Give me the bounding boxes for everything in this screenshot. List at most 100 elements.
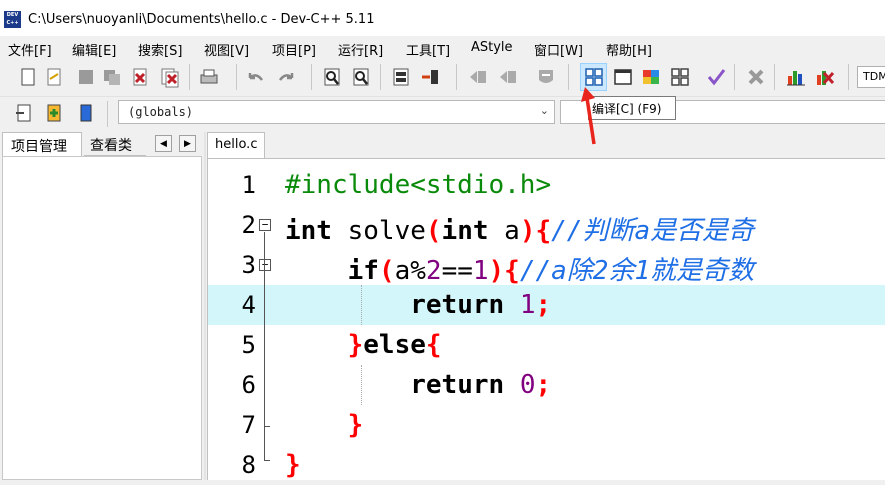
semicolon-token: ;	[535, 290, 552, 320]
find-icon[interactable]	[322, 66, 342, 88]
toolbar-separator	[456, 64, 457, 90]
goto-line-icon[interactable]	[391, 66, 411, 88]
save-icon[interactable]	[76, 66, 96, 88]
fold-end-marker	[264, 426, 270, 427]
bracket-token: }	[347, 410, 364, 440]
menu-run[interactable]: 运行[R]	[338, 40, 383, 59]
bracket-token: ){	[519, 216, 552, 246]
menu-search[interactable]: 搜索[S]	[138, 40, 182, 59]
number-token: 0	[519, 370, 536, 400]
toolbar-separator	[380, 64, 381, 90]
comment-token: //a除2余1就是奇数	[519, 256, 755, 286]
fold-toggle-icon[interactable]: −	[259, 219, 271, 231]
undo-icon[interactable]	[246, 66, 266, 88]
number-token: 2	[425, 256, 442, 286]
insert-icon[interactable]	[14, 102, 34, 124]
bracket-token: ){	[488, 256, 520, 286]
devcpp-app-icon: DEV C++	[4, 11, 21, 28]
globals-combo[interactable]: (globals) ⌄	[118, 100, 555, 124]
open-file-icon[interactable]	[44, 66, 64, 88]
main-toolbar: TDM	[0, 60, 885, 97]
save-all-icon[interactable]	[102, 66, 122, 88]
code-line-8[interactable]: 8 }	[208, 445, 885, 485]
compile-run-icon[interactable]	[641, 66, 661, 88]
code-line-3[interactable]: 3 − if(a%2==1){//a除2余1就是奇数	[208, 245, 885, 286]
code-line-2[interactable]: 2 − int solve(int a){//判断a是否是奇	[208, 205, 885, 246]
bracket-token: (	[425, 216, 442, 246]
code-line-4-highlighted[interactable]: 4 return 1;	[208, 285, 885, 325]
tab-scroll-left-button[interactable]: ◀	[155, 135, 172, 152]
editor-tab-hello-c[interactable]: hello.c	[207, 132, 265, 158]
line-number: 6	[241, 371, 256, 399]
menu-help[interactable]: 帮助[H]	[606, 40, 652, 59]
keyword-token: if	[347, 256, 379, 286]
menu-view[interactable]: 视图[V]	[204, 40, 249, 59]
goto-bookmark-icon[interactable]	[76, 102, 96, 124]
menu-edit[interactable]: 编辑[E]	[72, 40, 116, 59]
menu-window[interactable]: 窗口[W]	[534, 40, 583, 59]
code-text: }	[285, 450, 301, 480]
semicolon-token: ;	[535, 370, 552, 400]
profile-chart-icon[interactable]	[786, 66, 806, 88]
run-icon[interactable]	[613, 66, 633, 88]
menu-file[interactable]: 文件[F]	[8, 40, 52, 59]
close-file-icon[interactable]	[130, 66, 150, 88]
code-line-6[interactable]: 6 return 0;	[208, 365, 885, 405]
chevron-down-icon[interactable]: ⌄	[540, 104, 549, 117]
tab-class-browser[interactable]: 查看类	[84, 132, 146, 156]
panel-splitter[interactable]	[204, 132, 206, 480]
bracket-token: (	[378, 256, 395, 286]
number-token: 1	[472, 256, 489, 286]
bracket-token: {	[425, 330, 442, 360]
preprocessor-directive: #include<stdio.h>	[285, 170, 552, 200]
line-number: 7	[241, 411, 256, 439]
tab-project-manager[interactable]: 项目管理	[2, 132, 82, 156]
code-text: }	[285, 410, 364, 440]
delete-profile-icon[interactable]	[815, 66, 835, 88]
keyword-token: int	[441, 216, 489, 246]
fold-toggle-icon[interactable]: −	[259, 259, 271, 271]
indent-guide	[361, 285, 362, 325]
keyword-token: return	[410, 290, 505, 320]
toggle-comment-icon[interactable]	[536, 66, 556, 88]
print-icon[interactable]	[199, 66, 219, 88]
new-file-icon[interactable]	[18, 66, 38, 88]
redo-icon[interactable]	[276, 66, 296, 88]
menu-project[interactable]: 项目[P]	[272, 40, 316, 59]
replace-icon[interactable]	[351, 66, 371, 88]
toolbar-separator	[568, 64, 569, 90]
rebuild-all-icon[interactable]	[670, 66, 690, 88]
indent-guide	[361, 365, 362, 405]
title-bar: DEV C++ C:\Users\nuoyanli\Documents\hell…	[0, 0, 885, 36]
code-text: return 0;	[285, 370, 551, 400]
syntax-check-icon[interactable]	[706, 66, 726, 88]
close-all-icon[interactable]	[160, 66, 180, 88]
unindent-icon[interactable]	[498, 66, 518, 88]
code-line-7[interactable]: 7 }	[208, 405, 885, 445]
code-line-1[interactable]: 1 #include<stdio.h>	[208, 165, 885, 205]
code-editor[interactable]: 1 #include<stdio.h> 2 − int solve(int a)…	[207, 158, 885, 480]
line-number: 1	[241, 171, 256, 199]
tab-scroll-right-button[interactable]: ▶	[179, 135, 196, 152]
line-number: 5	[241, 331, 256, 359]
bracket-token: }	[285, 450, 301, 480]
keyword-token: int	[285, 216, 332, 246]
code-text: return 1;	[285, 290, 551, 320]
menu-tools[interactable]: 工具[T]	[406, 40, 450, 59]
indent-icon[interactable]	[468, 66, 488, 88]
menu-astyle[interactable]: AStyle	[471, 40, 513, 55]
toolbar-separator	[236, 64, 237, 90]
goto-next-icon[interactable]	[420, 66, 440, 88]
left-panel-tabs: 项目管理 查看类 ◀ ▶	[0, 132, 207, 156]
toggle-bookmark-icon[interactable]	[44, 102, 64, 124]
comment-token: //判断a是否是奇	[551, 216, 755, 246]
compiler-set-combo[interactable]: TDM	[857, 66, 885, 88]
stop-execution-icon[interactable]	[746, 66, 766, 88]
identifier-token: a%	[394, 256, 426, 286]
project-tree-panel[interactable]	[2, 156, 202, 480]
code-line-5[interactable]: 5 }else{	[208, 325, 885, 365]
